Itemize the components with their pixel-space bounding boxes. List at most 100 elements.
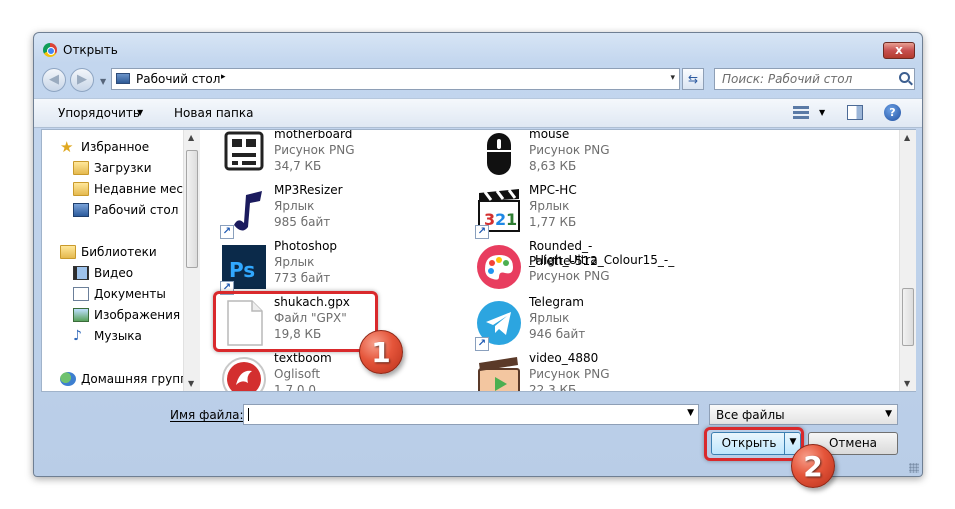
- file-name: Photoshop: [274, 239, 338, 253]
- svg-text:2: 2: [495, 210, 506, 229]
- music-note-icon: ♪: [73, 328, 82, 344]
- file-size: 985 байт: [274, 215, 331, 229]
- file-item[interactable]: video_4880 Рисунок PNG 22,3 КБ: [457, 351, 707, 391]
- nav-item-label: Документы: [94, 287, 166, 301]
- file-size: 22,3 КБ: [529, 383, 577, 391]
- view-dropdown-icon[interactable]: ▼: [819, 108, 825, 117]
- view-options-icon[interactable]: [793, 106, 809, 120]
- content-area: ★ Избранное Загрузки Недавние места Рабо…: [41, 129, 916, 392]
- organize-button[interactable]: Упорядочить: [58, 106, 140, 120]
- palette-icon: [477, 245, 521, 289]
- nav-item-label: Музыка: [94, 329, 142, 343]
- file-publisher: Oglisoft: [274, 367, 321, 381]
- open-file-dialog: Открыть x ◀ ▶ ▼ Рабочий стол ▸ ▾ ⇆ Поиск…: [33, 32, 923, 477]
- scroll-thumb[interactable]: [902, 288, 914, 346]
- scroll-up-icon[interactable]: ▲: [188, 133, 194, 142]
- file-type: Рисунок PNG: [529, 269, 610, 283]
- homegroup-icon: [60, 372, 76, 386]
- file-size: 773 байт: [274, 271, 331, 285]
- file-name-label: Имя файла:: [170, 408, 244, 422]
- scroll-thumb[interactable]: [186, 150, 198, 268]
- refresh-button[interactable]: ⇆: [682, 68, 704, 90]
- file-version: 1.7.0.0: [274, 383, 316, 391]
- organize-dropdown-icon[interactable]: ▼: [137, 108, 143, 117]
- back-arrow-icon: ◀: [49, 72, 59, 87]
- highlight-file-selection: [213, 291, 378, 352]
- nav-item-label: Рабочий стол: [94, 203, 179, 217]
- file-item[interactable]: Rounded_-_High_Ultra_Colour15_-_ Palette…: [457, 239, 707, 293]
- file-item[interactable]: Ps ↗ Photoshop Ярлык 773 байт: [202, 239, 452, 295]
- file-size: 34,7 КБ: [274, 159, 322, 173]
- title-bar: Открыть x: [34, 33, 922, 61]
- window-title: Открыть: [63, 43, 118, 57]
- file-type: Ярлык: [274, 199, 315, 213]
- desktop-icon: [73, 203, 89, 217]
- file-name: motherboard: [274, 130, 353, 141]
- refresh-icon: ⇆: [687, 72, 699, 86]
- recent-places-icon: [73, 182, 89, 196]
- nav-scrollbar[interactable]: ▲ ▼: [183, 130, 200, 391]
- address-bar[interactable]: Рабочий стол ▸ ▾: [111, 68, 680, 90]
- forward-arrow-icon: ▶: [77, 72, 87, 87]
- file-size: 8,63 КБ: [529, 159, 577, 173]
- file-name: video_4880: [529, 351, 599, 365]
- file-item[interactable]: 3 2 1 ↗ MPC-HC Ярлык 1,77 КБ: [457, 183, 707, 239]
- highlight-open-button: [704, 427, 804, 461]
- file-name: MP3Resizer: [274, 183, 343, 197]
- file-type: Рисунок PNG: [274, 143, 355, 157]
- file-name-dropdown-icon[interactable]: ▼: [687, 408, 694, 418]
- libraries-icon: [60, 245, 76, 259]
- scroll-down-icon[interactable]: ▼: [188, 379, 194, 388]
- file-item[interactable]: textboom Oglisoft 1.7.0.0: [202, 351, 452, 391]
- files-scrollbar[interactable]: ▲ ▼: [899, 130, 916, 391]
- nav-item-label: Домашняя группа: [81, 372, 183, 386]
- address-dropdown-icon[interactable]: ▾: [670, 73, 675, 83]
- file-item[interactable]: ↗ Telegram Ярлык 946 байт: [457, 295, 707, 351]
- nav-item-label: Изображения: [94, 308, 181, 322]
- history-dropdown-icon[interactable]: ▼: [100, 77, 106, 86]
- scroll-up-icon[interactable]: ▲: [904, 133, 910, 142]
- file-type: Ярлык: [529, 311, 570, 325]
- documents-icon: [73, 287, 89, 301]
- nav-item-label: Библиотеки: [81, 245, 157, 259]
- resize-grip[interactable]: [909, 463, 919, 473]
- star-icon: ★: [60, 138, 74, 156]
- search-icon[interactable]: [899, 72, 910, 83]
- file-name-input[interactable]: ▼: [243, 404, 699, 425]
- search-input[interactable]: Поиск: Рабочий стол: [714, 68, 915, 90]
- shortcut-arrow-icon: ↗: [475, 337, 489, 351]
- search-placeholder: Поиск: Рабочий стол: [722, 72, 853, 86]
- file-name: Telegram: [529, 295, 584, 309]
- file-item[interactable]: motherboard Рисунок PNG 34,7 КБ: [202, 130, 452, 181]
- step-badge-1: 1: [359, 330, 403, 374]
- file-item[interactable]: ↗ MP3Resizer Ярлык 985 байт: [202, 183, 452, 239]
- scroll-down-icon[interactable]: ▼: [904, 379, 910, 388]
- toolbar: Упорядочить ▼ Новая папка ▼ ?: [34, 98, 922, 128]
- new-folder-button[interactable]: Новая папка: [174, 106, 253, 120]
- breadcrumb-arrow-icon[interactable]: ▸: [221, 72, 226, 82]
- file-size: 1,77 КБ: [529, 215, 577, 229]
- file-type: Рисунок PNG: [529, 143, 610, 157]
- desktop-icon: [116, 73, 130, 84]
- step-badge-2: 2: [791, 444, 835, 488]
- nav-item-label: Избранное: [81, 140, 150, 154]
- file-name: mouse: [529, 130, 570, 141]
- help-icon[interactable]: ?: [884, 104, 901, 121]
- pictures-icon: [73, 308, 89, 322]
- file-type-value[interactable]: Все файлы: [716, 408, 785, 422]
- back-button[interactable]: ◀: [42, 68, 66, 92]
- text-caret: [248, 408, 249, 421]
- shortcut-arrow-icon: ↗: [475, 225, 489, 239]
- address-location[interactable]: Рабочий стол: [136, 72, 220, 86]
- video-library-icon: [73, 266, 89, 280]
- textboom-icon: [222, 357, 266, 391]
- close-button[interactable]: x: [883, 42, 915, 59]
- preview-pane-icon[interactable]: [847, 105, 863, 120]
- file-type-select[interactable]: Все файлы ▼: [709, 404, 898, 425]
- forward-button[interactable]: ▶: [70, 68, 94, 92]
- file-name-line2: Palette-512: [529, 254, 598, 268]
- file-item[interactable]: mouse Рисунок PNG 8,63 КБ: [457, 130, 707, 181]
- file-type: Рисунок PNG: [529, 367, 610, 381]
- motherboard-icon: [224, 131, 264, 171]
- file-type-dropdown-icon[interactable]: ▼: [885, 409, 892, 419]
